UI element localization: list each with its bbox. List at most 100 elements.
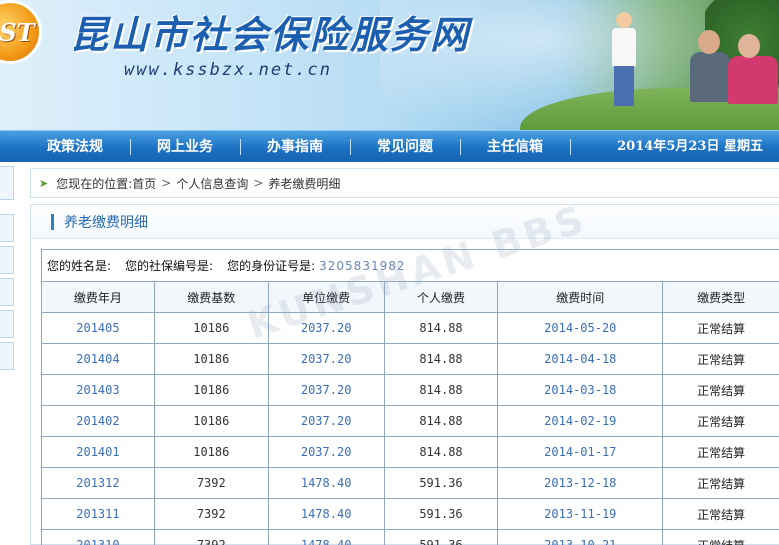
sidebar-item[interactable] xyxy=(0,310,14,338)
nav-date: 2014年5月23日 星期五 xyxy=(617,139,763,154)
table-row: 201311 7392 1478.40 591.36 2013-11-19 正常结算 xyxy=(41,498,779,530)
table-header-row: 缴费年月 缴费基数 单位缴费 个人缴费 缴费时间 缴费类型 xyxy=(41,281,779,313)
cell-payment-time: 2014-02-19 xyxy=(497,405,664,437)
banner-child-figure xyxy=(606,8,640,118)
cell-employer-payment: 2037.20 xyxy=(267,405,385,437)
breadcrumb-separator: > xyxy=(253,176,264,190)
site-logo[interactable]: ST xyxy=(0,0,42,64)
nav-item-online-services[interactable]: 网上业务 xyxy=(140,131,230,163)
cell-employer-payment: 1478.40 xyxy=(267,467,385,499)
cell-payment-type: 正常结算 xyxy=(662,467,779,499)
cell-base: 7392 xyxy=(153,498,269,530)
logo-text: ST xyxy=(0,17,35,47)
social-security-id-label: 您的社保编号是: xyxy=(125,259,214,273)
site-url: www.kssbzx.net.cn xyxy=(124,60,332,80)
breadcrumb-separator: > xyxy=(161,176,172,190)
nav-divider xyxy=(240,139,241,155)
sidebar-item[interactable] xyxy=(0,342,14,370)
cell-base: 10186 xyxy=(153,374,269,406)
site-title: 昆山市社会保险服务网 xyxy=(70,13,471,57)
cell-payment-time: 2013-11-19 xyxy=(497,498,664,530)
nav-item-guide[interactable]: 办事指南 xyxy=(250,131,340,163)
breadcrumb: ➤ 您现在的位置: 首页 > 个人信息查询 > 养老缴费明细 xyxy=(30,168,779,198)
sidebar-item[interactable] xyxy=(0,166,14,200)
cell-payment-type: 正常结算 xyxy=(662,498,779,530)
cell-month: 201401 xyxy=(41,436,155,468)
cell-base: 10186 xyxy=(153,436,269,468)
cell-personal-payment: 814.88 xyxy=(383,436,499,468)
banner-elder-woman-figure xyxy=(728,34,778,114)
cell-base: 7392 xyxy=(153,467,269,499)
sidebar-item[interactable] xyxy=(0,246,14,274)
table-row: 20131073921478.40591.362013-10-21正常结算 xyxy=(41,529,779,545)
cell-payment-time: 2013-10-21 xyxy=(497,529,664,545)
cell-personal-payment: 591.36 xyxy=(383,529,499,545)
id-card-value: 3205831982 xyxy=(319,258,406,273)
left-sidebar xyxy=(0,166,26,370)
main-nav: 政策法规 网上业务 办事指南 常见问题 主任信箱 2014年5月23日 星期五 xyxy=(0,130,779,162)
column-header-personal: 个人缴费 xyxy=(383,281,499,313)
cell-payment-type: 正常结算 xyxy=(662,343,779,375)
cell-month: 201402 xyxy=(41,405,155,437)
table-row: 201401 10186 2037.20 814.88 2014-01-17 正常结算 xyxy=(41,436,779,468)
cell-month: 201311 xyxy=(41,498,155,530)
cell-personal-payment: 814.88 xyxy=(383,343,499,375)
breadcrumb-personal-info[interactable]: 个人信息查询 xyxy=(176,175,248,192)
nav-divider xyxy=(350,139,351,155)
cell-base: 7392 xyxy=(153,529,269,545)
cell-month: 201404 xyxy=(41,343,155,375)
column-header-base: 缴费基数 xyxy=(153,281,269,313)
cell-personal-payment: 814.88 xyxy=(383,374,499,406)
cell-payment-time: 2014-04-18 xyxy=(497,343,664,375)
user-info-row: 您的姓名是: 您的社保编号是: 您的身份证号是: 3205831982 xyxy=(41,249,779,281)
cell-payment-time: 2014-05-20 xyxy=(497,312,664,344)
cell-base: 10186 xyxy=(153,312,269,344)
cell-month: 201312 xyxy=(41,467,155,499)
banner-elder-man-figure xyxy=(690,30,730,110)
cell-month: 201405 xyxy=(41,312,155,344)
cell-payment-time: 2014-01-17 xyxy=(497,436,664,468)
arrow-right-icon: ➤ xyxy=(39,176,49,190)
table-row: 201402 10186 2037.20 814.88 2014-02-19 正常结算 xyxy=(41,405,779,437)
pension-payment-table: 缴费年月 缴费基数 单位缴费 个人缴费 缴费时间 缴费类型 201405 1018… xyxy=(41,281,779,545)
table-row: 201403 10186 2037.20 814.88 2014-03-18 正常结算 xyxy=(41,374,779,406)
breadcrumb-home[interactable]: 首页 xyxy=(132,175,156,192)
panel-title-marker xyxy=(51,213,54,230)
table-row: 201312 7392 1478.40 591.36 2013-12-18 正常结算 xyxy=(41,467,779,499)
column-header-time: 缴费时间 xyxy=(497,281,664,313)
nav-item-faq[interactable]: 常见问题 xyxy=(360,131,450,163)
column-header-month: 缴费年月 xyxy=(41,281,155,313)
cell-employer-payment: 2037.20 xyxy=(267,436,385,468)
cell-employer-payment: 2037.20 xyxy=(267,343,385,375)
cell-employer-payment: 1478.40 xyxy=(267,498,385,530)
cell-payment-type: 正常结算 xyxy=(662,436,779,468)
name-label: 您的姓名是: xyxy=(47,259,112,273)
cell-employer-payment: 2037.20 xyxy=(267,312,385,344)
nav-divider xyxy=(130,139,131,155)
nav-item-mailbox[interactable]: 主任信箱 xyxy=(470,131,560,163)
cell-payment-time: 2013-12-18 xyxy=(497,467,664,499)
cell-employer-payment: 1478.40 xyxy=(267,529,385,545)
id-card-label: 您的身份证号是: xyxy=(227,259,316,273)
cell-month: 201310 xyxy=(41,529,155,545)
column-header-employer: 单位缴费 xyxy=(267,281,385,313)
nav-item-policy[interactable]: 政策法规 xyxy=(30,131,120,163)
sidebar-item[interactable] xyxy=(0,214,14,242)
nav-divider xyxy=(570,139,571,155)
site-banner: ST 昆山市社会保险服务网 www.kssbzx.net.cn xyxy=(0,0,779,130)
table-row: 201404 10186 2037.20 814.88 2014-04-18 正常结算 xyxy=(41,343,779,375)
breadcrumb-current: 养老缴费明细 xyxy=(268,176,341,191)
cell-payment-time: 2014-03-18 xyxy=(497,374,664,406)
cell-personal-payment: 814.88 xyxy=(383,312,499,344)
cell-personal-payment: 591.36 xyxy=(383,467,499,499)
cell-payment-type: 正常结算 xyxy=(662,312,779,344)
column-header-type: 缴费类型 xyxy=(662,281,779,313)
cell-personal-payment: 591.36 xyxy=(383,498,499,530)
cell-month: 201403 xyxy=(41,374,155,406)
cell-base: 10186 xyxy=(153,343,269,375)
cell-personal-payment: 814.88 xyxy=(383,405,499,437)
cell-employer-payment: 2037.20 xyxy=(267,374,385,406)
breadcrumb-prefix: 您现在的位置: xyxy=(56,176,133,191)
sidebar-item[interactable] xyxy=(0,278,14,306)
table-row: 201405 10186 2037.20 814.88 2014-05-20 正常结算 xyxy=(41,312,779,344)
